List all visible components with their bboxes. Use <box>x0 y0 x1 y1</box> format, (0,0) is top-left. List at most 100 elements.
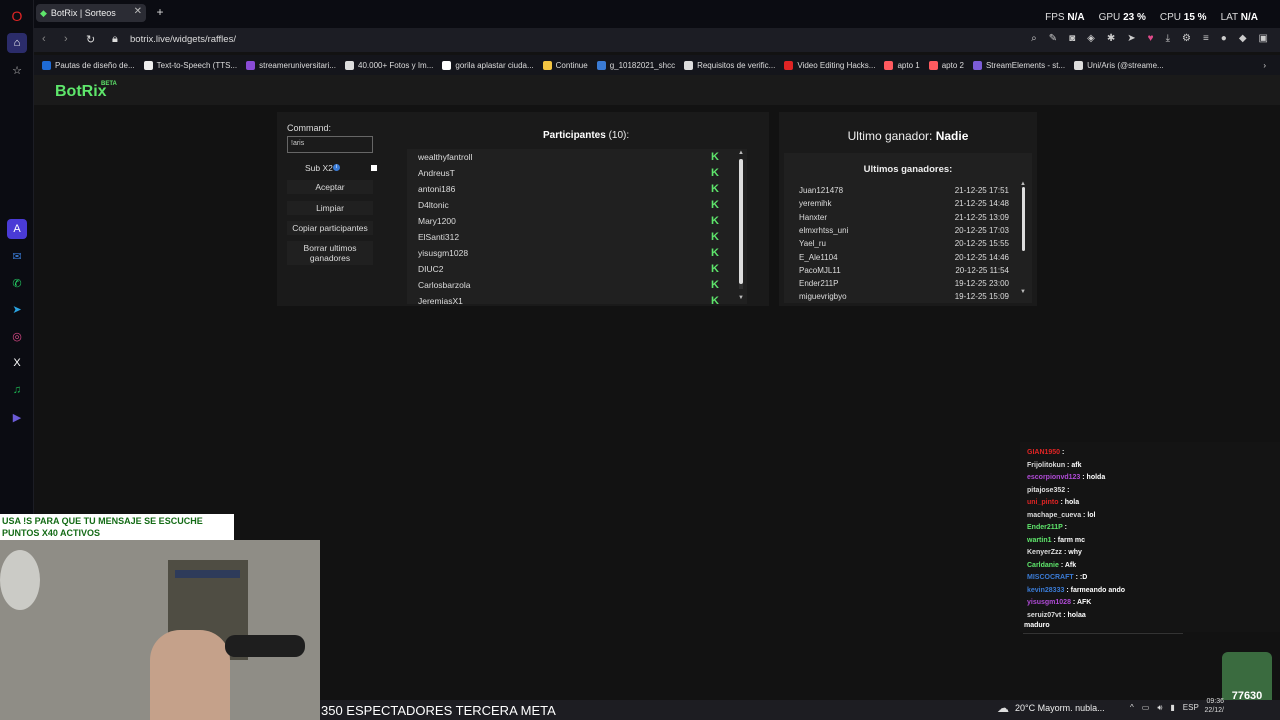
bookmark-item[interactable]: apto 1 <box>884 60 920 70</box>
cube-icon[interactable]: ▣ <box>1259 33 1268 44</box>
bookmark-item[interactable]: Uni/Aris (@streame... <box>1074 60 1164 70</box>
instagram-icon[interactable]: ◎ <box>7 326 27 346</box>
battery-icon[interactable]: ▮ <box>1170 703 1174 713</box>
promo-banner: USA !S PARA QUE TU MENSAJE SE ESCUCHE PU… <box>0 514 234 540</box>
winner-row: elmxrhtss_uni 20-12-25 17:03 <box>799 225 1009 235</box>
winners-scrollbar[interactable] <box>1022 187 1025 251</box>
volume-icon[interactable]: 🔊︎ <box>1157 703 1162 713</box>
tab-favicon-icon: ◆ <box>40 7 47 18</box>
wallet-icon[interactable]: ◆ <box>1239 33 1247 44</box>
new-tab-button[interactable]: + <box>154 6 166 18</box>
messenger-icon[interactable]: ✉ <box>7 246 27 266</box>
participants-scrollbar[interactable] <box>739 159 743 284</box>
shield-icon[interactable]: ◈ <box>1087 33 1095 44</box>
winners-scroll-down-icon[interactable]: ▼ <box>1020 289 1026 295</box>
send-icon[interactable]: ➤ <box>1127 33 1135 44</box>
participant-row: antoni186 K <box>407 181 747 197</box>
language-indicator[interactable]: ESP <box>1183 703 1199 713</box>
menu-icon[interactable]: ≡ <box>1203 33 1209 44</box>
bookshelf-row <box>175 570 240 578</box>
tab-title: BotRix | Sorteos <box>50 8 116 18</box>
bookmark-item[interactable]: apto 2 <box>928 60 964 70</box>
beta-badge: BETA <box>101 81 117 87</box>
bookmark-favicon-icon <box>542 60 552 70</box>
player-icon[interactable]: ▶ <box>7 407 27 427</box>
performance-stats: FPS N/A GPU 23 % CPU 15 % LAT N/A <box>1045 12 1258 23</box>
sub-x2-checkbox[interactable] <box>371 165 377 171</box>
spotify-icon[interactable]: ♫ <box>7 380 27 400</box>
chat-input[interactable]: maduro <box>1023 622 1183 634</box>
telegram-icon[interactable]: ➤ <box>7 299 27 319</box>
participant-row: yisusgm1028 K <box>407 245 747 261</box>
chat-message: seruiz07vt : holaa <box>1027 611 1086 619</box>
winners-panel: Ultimo ganador: Nadie Ultimos ganadores:… <box>779 112 1037 306</box>
accept-button[interactable]: Aceptar <box>287 180 373 194</box>
camera-icon[interactable]: ◙ <box>1069 33 1075 44</box>
participant-row: Mary1200 K <box>407 213 747 229</box>
command-input[interactable]: !aris <box>287 136 373 153</box>
winner-row: PacoMJL11 20-12-25 11:54 <box>799 265 1009 275</box>
bookmark-favicon-icon <box>596 60 606 70</box>
weather-widget[interactable]: ☁ 20°C Mayorm. nubla... <box>997 701 1105 715</box>
bookmark-item[interactable]: Pautas de diseño de... <box>42 60 135 70</box>
bookmark-item[interactable]: streameruniversitari... <box>246 60 336 70</box>
bookmark-favicon-icon <box>1074 60 1084 70</box>
heart-icon[interactable]: ♥ <box>1148 33 1154 44</box>
browser-tab[interactable]: ◆ BotRix | Sorteos ✕ <box>36 4 146 22</box>
winners-scroll-up-icon[interactable]: ▲ <box>1020 181 1026 187</box>
url-field[interactable]: botrix.live/widgets/raffles/ <box>130 34 236 45</box>
botrix-logo[interactable]: BotRix BETA <box>55 81 117 101</box>
participants-list[interactable]: wealthyfantroll K AndreusT Kantoni186 K D4lto… <box>407 149 747 304</box>
bookmark-favicon-icon <box>442 60 452 70</box>
winners-list[interactable]: Ultimos ganadores: ▲ ▼ Juan121478 21-12-2… <box>784 153 1032 303</box>
participant-row: JeremiasX1 K <box>407 293 747 305</box>
more-bookmarks-icon[interactable]: › <box>1263 61 1266 70</box>
network-icon[interactable]: ▭ <box>1142 703 1150 713</box>
clear-button[interactable]: Limpiar <box>287 201 373 215</box>
scroll-down-icon[interactable]: ▼ <box>738 295 744 301</box>
opera-logo-icon[interactable]: O <box>7 6 27 26</box>
reload-icon[interactable]: ↻ <box>86 33 95 46</box>
bookmarks-bar: Pautas de diseño de... Text-to-Speech (TT… <box>34 55 1280 75</box>
bookmark-favicon-icon <box>928 60 938 70</box>
x-icon[interactable]: X <box>7 353 27 373</box>
lamp <box>0 550 40 610</box>
command-label: Command: <box>287 123 332 133</box>
copy-participants-button[interactable]: Copiar participantes <box>287 221 373 235</box>
bookmark-item[interactable]: Text-to-Speech (TTS... <box>143 60 237 70</box>
star-icon[interactable]: ☆ <box>7 60 27 80</box>
participant-row: D4ltonic K <box>407 197 747 213</box>
bookmark-item[interactable]: gorila aplastar ciuda... <box>442 60 534 70</box>
back-icon[interactable]: ‹ <box>42 33 46 45</box>
forward-icon[interactable]: › <box>64 33 68 45</box>
edit-icon[interactable]: ✎ <box>1049 33 1057 44</box>
bookmark-item[interactable]: Video Editing Hacks... <box>784 60 875 70</box>
download-icon[interactable]: ⤓ <box>1166 33 1170 44</box>
lock-icon: 🔒︎ <box>112 33 118 45</box>
whatsapp-icon[interactable]: ✆ <box>7 273 27 293</box>
system-tray: ^ ▭ 🔊︎ ▮ ESP <box>1130 703 1199 713</box>
scroll-up-icon[interactable]: ▲ <box>738 150 744 156</box>
info-icon[interactable]: i <box>333 164 340 171</box>
settings-icon[interactable]: ⚙ <box>1182 33 1191 44</box>
bookmark-item[interactable]: 40.000+ Fotos y Im... <box>345 60 433 70</box>
bookmark-item[interactable]: g_10182021_shcc <box>596 60 675 70</box>
aria-icon[interactable]: A <box>7 219 27 239</box>
bookmark-item[interactable]: Requisitos de verific... <box>684 60 775 70</box>
bookmark-item[interactable]: Continue <box>542 60 588 70</box>
profile-icon[interactable]: ● <box>1221 33 1227 44</box>
search-icon[interactable]: ⌕ <box>1031 33 1037 44</box>
winner-row: Yael_ru 20-12-25 15:55 <box>799 239 1009 249</box>
chevron-up-icon[interactable]: ^ <box>1130 703 1134 713</box>
cloud-icon: ☁ <box>997 701 1009 715</box>
kick-icon: K <box>711 279 719 291</box>
home-icon[interactable]: ⌂ <box>7 33 27 53</box>
clock[interactable]: 09:36 22/12/ <box>1200 697 1224 715</box>
kick-icon: K <box>711 263 719 275</box>
delete-winners-button[interactable]: Borrar ultimos ganadores <box>287 241 373 265</box>
bookmark-item[interactable]: StreamElements - st... <box>972 60 1065 70</box>
chat-message: kevin28333 : farmeando ando <box>1027 586 1126 594</box>
extensions-icon[interactable]: ✱ <box>1107 33 1115 44</box>
tab-close-icon[interactable]: ✕ <box>134 6 142 17</box>
chat-message: MISCOCRAFT : :D <box>1027 574 1088 581</box>
